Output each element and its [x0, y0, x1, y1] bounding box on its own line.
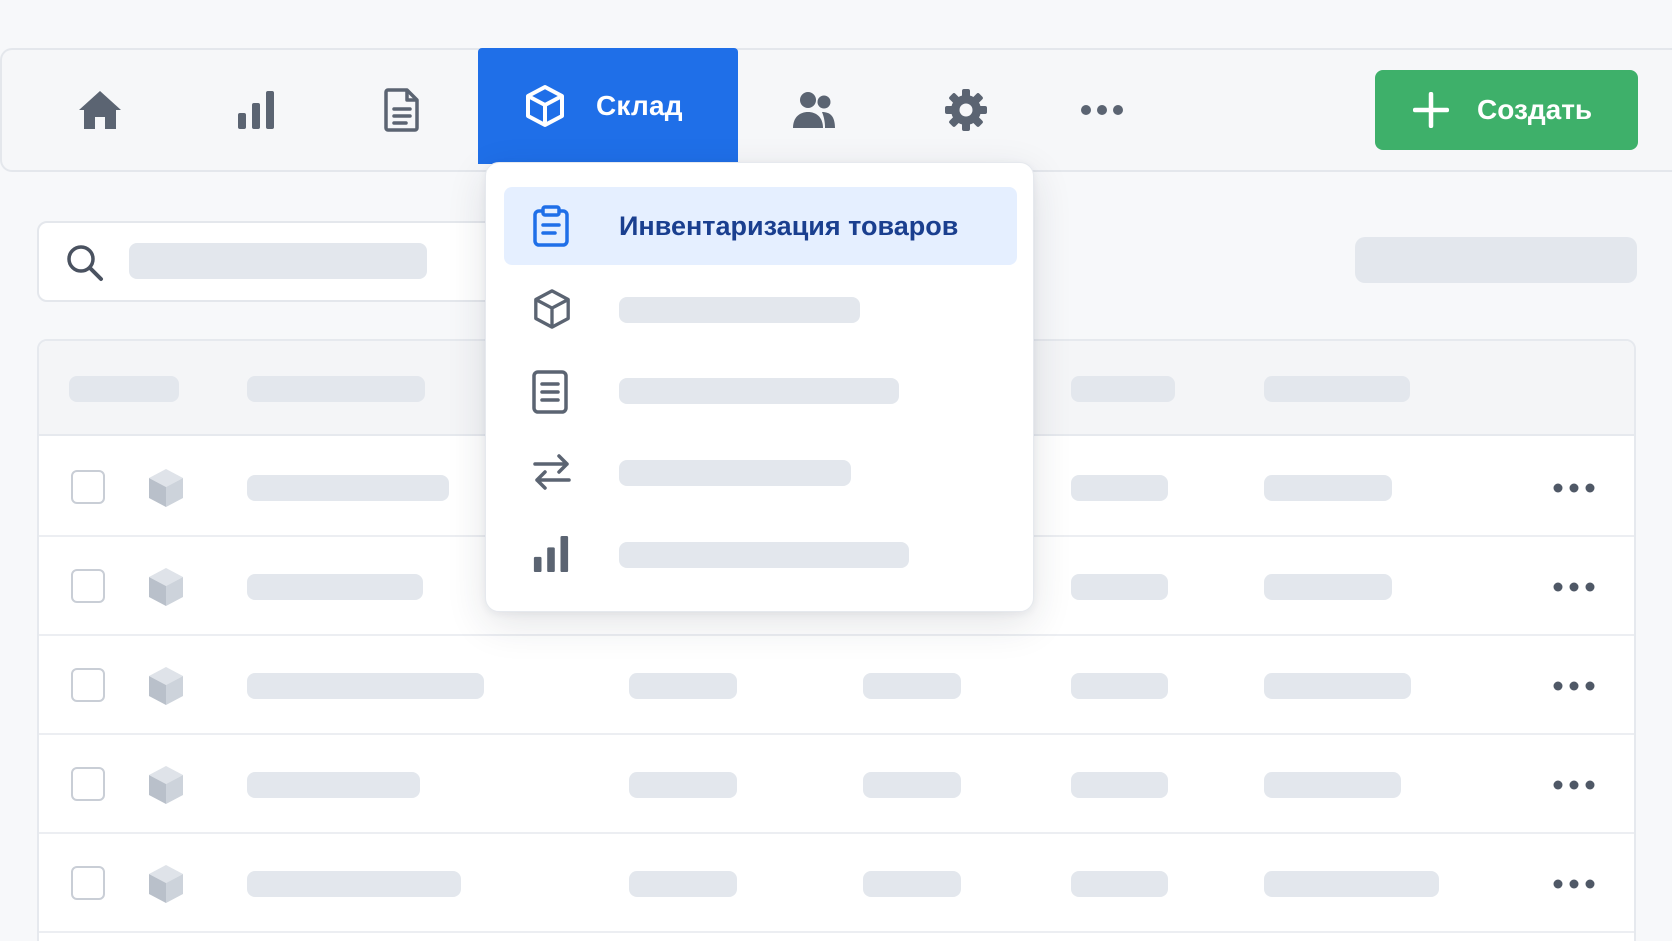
create-button[interactable]: Создать: [1375, 70, 1638, 150]
menu-item-skeleton: [619, 542, 909, 568]
nav-warehouse-label: Склад: [596, 90, 683, 121]
table-row[interactable]: [39, 834, 1634, 933]
header-skeleton: [1071, 376, 1175, 402]
row-checkbox[interactable]: [71, 668, 105, 702]
users-icon: [793, 92, 835, 128]
row-checkbox[interactable]: [71, 470, 105, 504]
cell-skeleton: [247, 871, 461, 897]
menu-item-inventory-label: Инвентаризация товаров: [619, 211, 959, 241]
menu-item-skeleton: [619, 378, 899, 404]
cell-skeleton: [629, 673, 737, 699]
menu-item-skeleton: [619, 297, 860, 323]
header-skeleton: [69, 376, 179, 402]
table-row[interactable]: [39, 636, 1634, 735]
cube-icon: [149, 865, 183, 903]
more-horizontal-icon: [1081, 105, 1123, 115]
menu-item-reports[interactable]: [504, 516, 1017, 594]
cell-skeleton: [247, 772, 420, 798]
cell-skeleton: [1071, 574, 1168, 600]
table-row[interactable]: [39, 735, 1634, 834]
gear-icon: [945, 89, 987, 131]
row-checkbox[interactable]: [71, 767, 105, 801]
nav-documents[interactable]: [362, 50, 442, 170]
top-navbar: Склад Создать: [0, 48, 1672, 172]
row-more-icon[interactable]: [1552, 779, 1596, 791]
search-icon: [67, 245, 103, 281]
cell-skeleton: [1264, 772, 1401, 798]
cell-skeleton: [1264, 574, 1392, 600]
box-icon: [526, 85, 564, 127]
row-checkbox[interactable]: [71, 569, 105, 603]
nav-analytics[interactable]: [216, 50, 296, 170]
filter-skeleton: [1355, 237, 1637, 283]
menu-item-skeleton: [619, 460, 851, 486]
cell-skeleton: [629, 772, 737, 798]
cube-icon: [149, 667, 183, 705]
search-placeholder-skeleton: [129, 243, 427, 279]
nav-home[interactable]: [60, 50, 140, 170]
cube-icon: [149, 568, 183, 606]
bar-chart-icon: [238, 91, 274, 129]
warehouse-dropdown-menu: Инвентаризация товаров: [485, 162, 1034, 612]
row-more-icon[interactable]: [1552, 581, 1596, 593]
cell-skeleton: [247, 673, 484, 699]
cell-skeleton: [1264, 871, 1439, 897]
clipboard-icon: [533, 205, 569, 247]
menu-item-inventory[interactable]: Инвентаризация товаров: [504, 187, 1017, 265]
menu-item-transfer[interactable]: [504, 434, 1017, 512]
header-skeleton: [247, 376, 425, 402]
cell-skeleton: [247, 475, 449, 501]
search-input[interactable]: [37, 221, 517, 302]
nav-settings[interactable]: [926, 50, 1006, 170]
cell-skeleton: [1264, 673, 1411, 699]
row-checkbox[interactable]: [71, 866, 105, 900]
cell-skeleton: [1071, 772, 1168, 798]
cube-icon: [149, 469, 183, 507]
cell-skeleton: [863, 673, 961, 699]
cell-skeleton: [629, 871, 737, 897]
cell-skeleton: [247, 574, 423, 600]
nav-more[interactable]: [1062, 50, 1142, 170]
bar-chart-icon: [533, 535, 569, 573]
cell-skeleton: [1071, 475, 1168, 501]
cell-skeleton: [1264, 475, 1392, 501]
document-icon: [384, 88, 419, 132]
row-more-icon[interactable]: [1552, 878, 1596, 890]
create-button-label: Создать: [1477, 94, 1593, 125]
transfer-arrows-icon: [533, 454, 571, 490]
plus-icon: [1413, 92, 1449, 128]
cell-skeleton: [863, 871, 961, 897]
row-more-icon[interactable]: [1552, 482, 1596, 494]
list-document-icon: [532, 370, 568, 414]
cell-skeleton: [863, 772, 961, 798]
home-icon: [79, 91, 121, 129]
box-icon: [534, 289, 570, 329]
header-skeleton: [1264, 376, 1410, 402]
cell-skeleton: [1071, 673, 1168, 699]
nav-warehouse[interactable]: Склад: [478, 48, 738, 164]
cube-icon: [149, 766, 183, 804]
row-more-icon[interactable]: [1552, 680, 1596, 692]
menu-item-documents[interactable]: [504, 352, 1017, 430]
cell-skeleton: [1071, 871, 1168, 897]
menu-item-products[interactable]: [504, 270, 1017, 348]
nav-users[interactable]: [774, 50, 854, 170]
